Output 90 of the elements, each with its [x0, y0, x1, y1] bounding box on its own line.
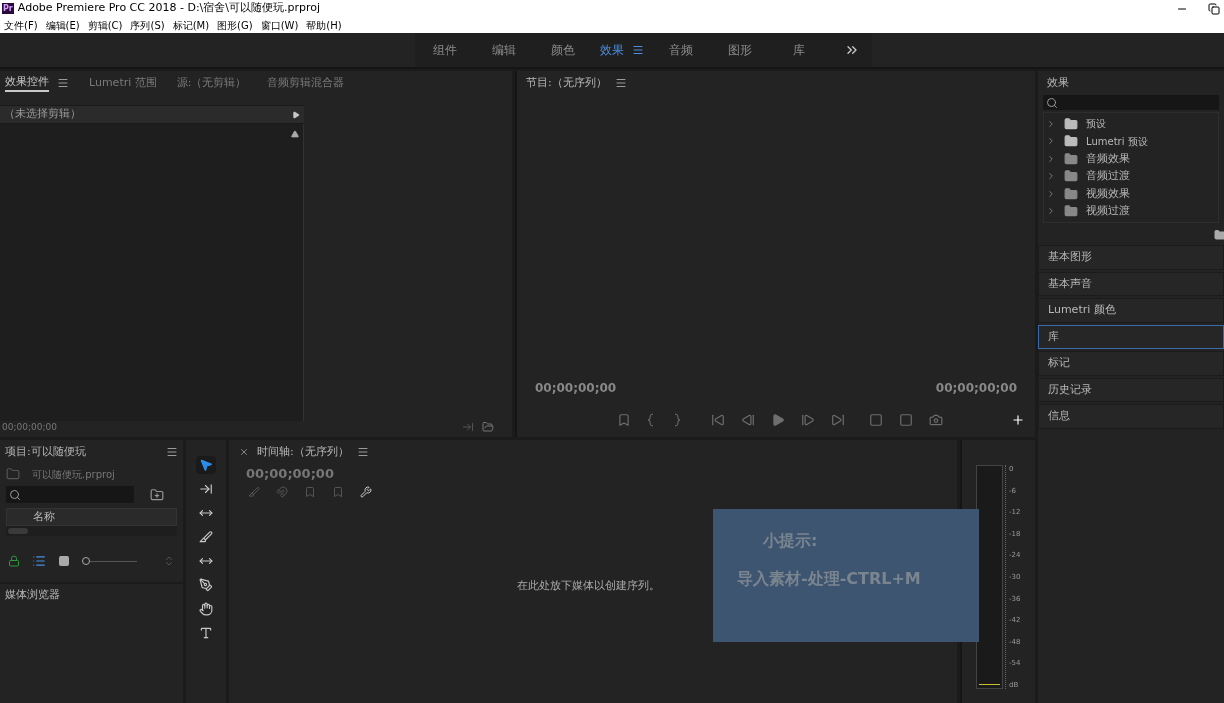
folder-label[interactable]: 预设: [1086, 116, 1106, 132]
go-to-in-icon[interactable]: [711, 413, 725, 427]
step-back-icon[interactable]: [741, 413, 755, 427]
lock-icon[interactable]: [8, 555, 20, 567]
menu-item[interactable]: 标记(M): [168, 17, 214, 33]
folder-icon: [1064, 186, 1078, 201]
tip-text: 导入素材-处理-CTRL+M: [737, 568, 922, 590]
app-logo: Pr: [2, 3, 14, 14]
collapsed-panel-header[interactable]: 库: [1038, 324, 1224, 349]
folder-icon: [1064, 134, 1078, 149]
menu-item[interactable]: 剪辑(C): [83, 17, 127, 33]
workspace-tab[interactable]: 音频: [668, 41, 693, 59]
panel-menu-icon[interactable]: [614, 77, 627, 89]
list-view-icon[interactable]: [32, 554, 46, 568]
folder-label[interactable]: Lumetri 预设: [1086, 133, 1148, 149]
marker-icon[interactable]: [617, 413, 631, 427]
collapsed-panel-header[interactable]: Lumetri 颜色: [1038, 298, 1224, 323]
panel-title: 项目:可以随便玩: [5, 443, 86, 460]
clip-label: （未选择剪辑）: [4, 106, 81, 123]
close-icon[interactable]: [239, 447, 249, 457]
menu-item[interactable]: 编辑(E): [41, 17, 84, 33]
search-icon: [1046, 96, 1058, 109]
folder-label[interactable]: 音频效果: [1086, 150, 1130, 167]
search-icon: [9, 488, 21, 501]
folder-icon: [1064, 204, 1078, 219]
go-to-out-icon[interactable]: [831, 413, 845, 427]
empty-timeline-message: 在此处放下媒体以创建序列。: [517, 577, 660, 594]
menu-item[interactable]: 序列(S): [126, 17, 169, 33]
panel-menu-icon[interactable]: [57, 77, 69, 89]
timecode: 00;00;00;00: [245, 465, 335, 483]
play-icon[interactable]: [771, 413, 785, 427]
workspace-tab[interactable]: 颜色: [550, 41, 575, 59]
new-folder-icon[interactable]: [1214, 229, 1224, 241]
search-field[interactable]: [6, 486, 134, 503]
timecode: 00;00;00;00: [935, 380, 1017, 397]
panel-title: 媒体浏览器: [5, 586, 60, 603]
zoom-slider[interactable]: [82, 557, 137, 565]
workspace-tab[interactable]: 编辑: [491, 41, 516, 59]
folder-label[interactable]: 视频过渡: [1086, 203, 1130, 220]
restore-icon[interactable]: [1208, 2, 1220, 15]
tip-title: 小提示:: [763, 530, 819, 552]
collapsed-panel-header[interactable]: 历史记录: [1038, 377, 1224, 402]
search-field[interactable]: [1043, 95, 1219, 110]
collapsed-panel-header[interactable]: 基本图形: [1038, 245, 1224, 270]
camera-icon[interactable]: [929, 413, 943, 427]
panel-tab[interactable]: 源:（无剪辑）: [176, 74, 247, 92]
panel-menu-icon[interactable]: [166, 446, 178, 458]
slider-thumb[interactable]: [82, 557, 90, 565]
panel-tab[interactable]: 效果控件: [5, 73, 49, 93]
folder-label[interactable]: 视频效果: [1086, 185, 1130, 202]
menu-item[interactable]: 帮助(H): [302, 17, 346, 33]
add-icon[interactable]: [1011, 413, 1025, 427]
panel-title: 时间轴:（无序列）: [257, 443, 349, 460]
panel-title: 效果: [1046, 74, 1070, 91]
timecode: 00;00;00;00: [535, 380, 617, 397]
magnet-icon[interactable]: [276, 485, 288, 498]
project-icon: [6, 467, 20, 481]
folder-icon: [1064, 151, 1078, 166]
menu-item[interactable]: 图形(G): [213, 17, 257, 33]
panel-menu-icon[interactable]: [631, 44, 644, 56]
workspace-tab[interactable]: 库: [792, 41, 805, 59]
menu-item[interactable]: 窗口(W): [256, 17, 303, 33]
settings-icon[interactable]: [360, 485, 372, 498]
collapsed-panel-header[interactable]: 标记: [1038, 351, 1224, 376]
folder-icon: [1064, 169, 1078, 184]
scroll-thumb[interactable]: [8, 528, 28, 534]
new-bin-icon[interactable]: [150, 487, 164, 502]
scroll-up-icon[interactable]: [291, 130, 299, 138]
sort-icon[interactable]: [163, 555, 175, 567]
selection-tool-icon[interactable]: [196, 456, 216, 474]
step-forward-icon[interactable]: [801, 413, 815, 427]
menu-item[interactable]: 文件(F): [0, 17, 42, 33]
workspace-tab[interactable]: 效果: [599, 41, 624, 59]
panel-menu-icon[interactable]: [356, 446, 369, 458]
panel-tab[interactable]: 音频剪辑混合器: [266, 74, 344, 92]
workspace-tab[interactable]: 图形: [727, 41, 752, 59]
folder-icon: [1064, 116, 1078, 131]
workspace-tab[interactable]: 组件: [432, 41, 457, 59]
folder-label[interactable]: 音频过渡: [1086, 168, 1130, 185]
window-title: Adobe Premiere Pro CC 2018 - D:\宿舍\可以随便玩.prproj: [17, 0, 321, 17]
column-header[interactable]: 名称: [33, 508, 55, 526]
expand-icon[interactable]: [292, 110, 300, 119]
panel-tab[interactable]: Lumetri 范围: [89, 74, 157, 92]
project-file: 可以随便玩.prproj: [32, 467, 115, 482]
collapsed-panel-header[interactable]: 信息: [1038, 404, 1224, 429]
collapsed-panel-header[interactable]: 基本声音: [1038, 271, 1224, 296]
icon-view-icon[interactable]: [58, 555, 70, 567]
timecode: 00;00;00;00: [2, 420, 57, 434]
marker-icon[interactable]: [332, 485, 344, 498]
panel-title: 节目:（无序列）: [526, 74, 607, 91]
